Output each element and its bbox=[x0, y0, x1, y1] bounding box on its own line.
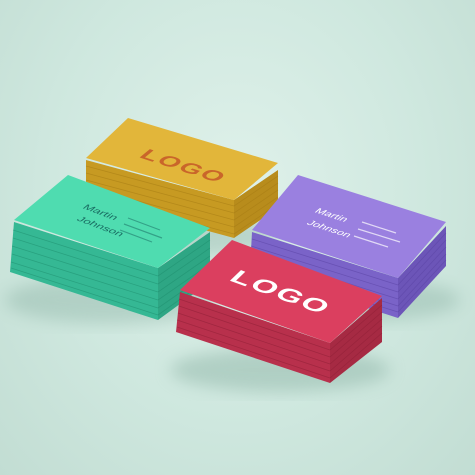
card-stacks-illustration: LOGO Martin Johnson Martin Johnson LOGO bbox=[5, 118, 460, 392]
business-card-mockup-scene: LOGO Martin Johnson Martin Johnson LOGO bbox=[0, 0, 475, 475]
